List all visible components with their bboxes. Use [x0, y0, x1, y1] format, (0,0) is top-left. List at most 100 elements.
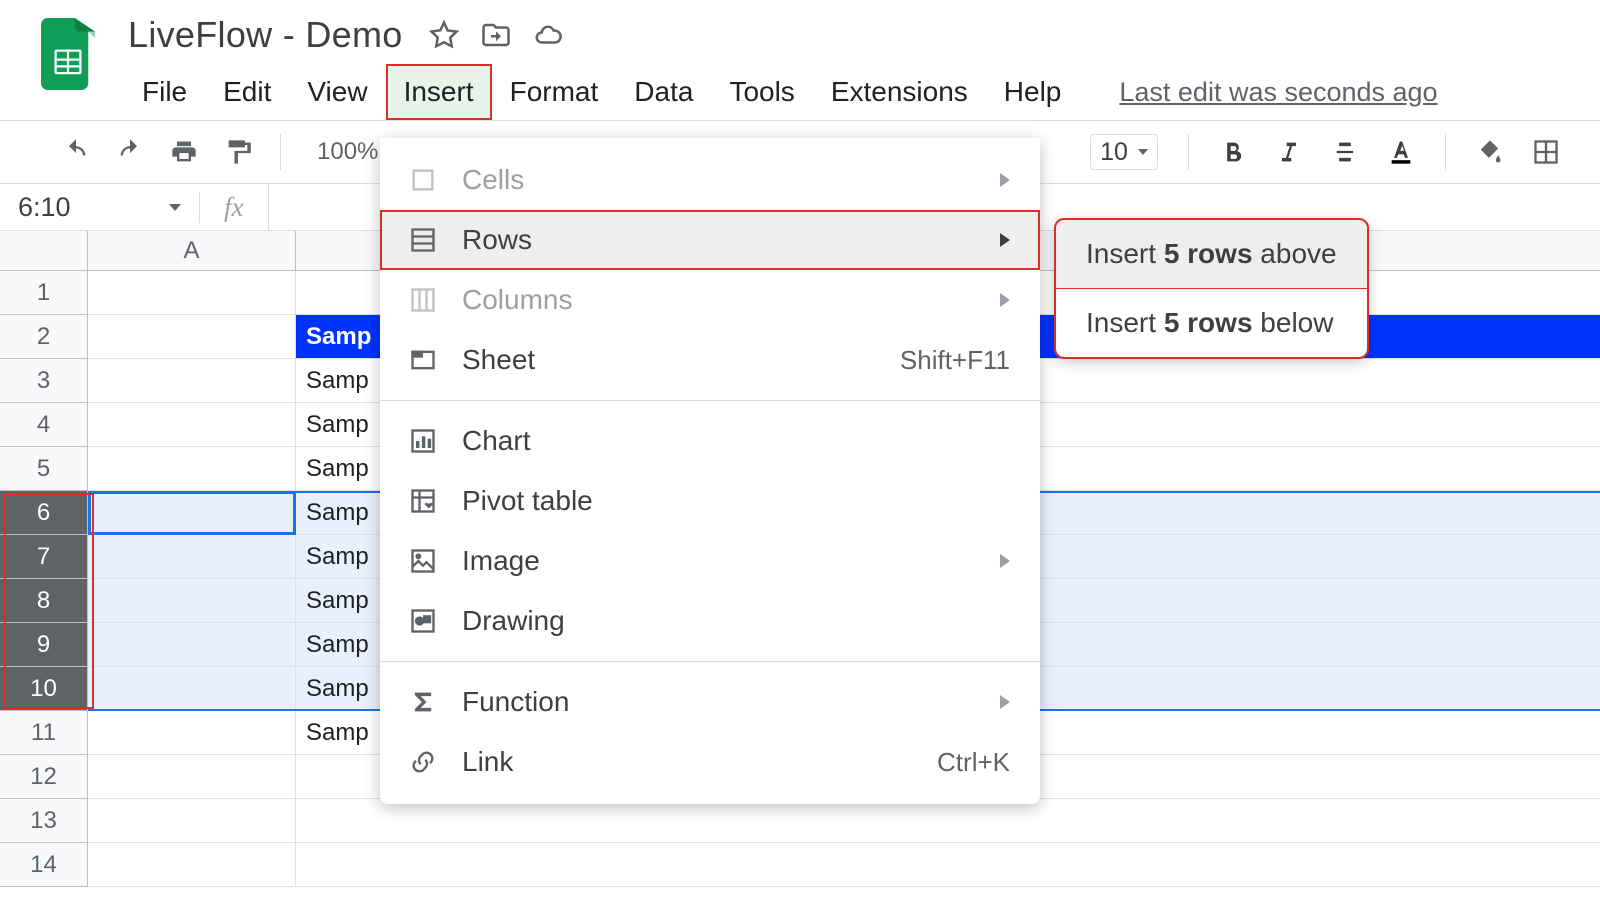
insert-image[interactable]: Image	[380, 531, 1040, 591]
insert-rows-above-bold: 5 rows	[1164, 238, 1253, 269]
bold-icon[interactable]	[1219, 138, 1247, 166]
row-header-5[interactable]: 5	[0, 447, 88, 491]
row-header-7[interactable]: 7	[0, 535, 88, 579]
name-box[interactable]: 6:10	[0, 192, 200, 223]
insert-columns-label: Columns	[462, 284, 572, 316]
insert-cells-label: Cells	[462, 164, 524, 196]
insert-rows-above[interactable]: Insert 5 rows above	[1056, 220, 1367, 288]
row-header-11[interactable]: 11	[0, 711, 88, 755]
cell-A3[interactable]	[88, 359, 296, 403]
chart-icon	[408, 427, 438, 455]
insert-sheet-shortcut: Shift+F11	[900, 345, 1010, 376]
insert-drawing[interactable]: Drawing	[380, 591, 1040, 651]
insert-rows-below-prefix: Insert	[1086, 307, 1164, 338]
borders-icon[interactable]	[1532, 138, 1560, 166]
row-header-13[interactable]: 13	[0, 799, 88, 843]
menu-data[interactable]: Data	[616, 64, 711, 120]
menu-extensions[interactable]: Extensions	[813, 64, 986, 120]
cell-A6[interactable]	[88, 491, 296, 535]
cell-A7[interactable]	[88, 535, 296, 579]
zoom-select[interactable]: 100%	[309, 138, 378, 166]
insert-menu-dropdown: Cells Rows Columns Sheet Shift+F11 Chart…	[380, 138, 1040, 804]
star-icon[interactable]	[429, 20, 459, 50]
paint-format-icon[interactable]	[224, 138, 252, 166]
row-header-10[interactable]: 10	[0, 667, 88, 711]
font-size-select[interactable]: 10	[1090, 134, 1158, 170]
insert-sheet[interactable]: Sheet Shift+F11	[380, 330, 1040, 390]
cell-A5[interactable]	[88, 447, 296, 491]
insert-cells: Cells	[380, 150, 1040, 210]
chevron-right-icon	[1000, 293, 1010, 307]
row-header-2[interactable]: 2	[0, 315, 88, 359]
move-icon[interactable]	[481, 20, 511, 50]
menu-help[interactable]: Help	[986, 64, 1080, 120]
insert-function[interactable]: Function	[380, 672, 1040, 732]
row-header-6[interactable]: 6	[0, 491, 88, 535]
fx-label: fx	[200, 184, 269, 230]
last-edit-link[interactable]: Last edit was seconds ago	[1119, 77, 1437, 108]
chevron-right-icon	[1000, 173, 1010, 187]
cell-A1[interactable]	[88, 271, 296, 315]
strikethrough-icon[interactable]	[1331, 138, 1359, 166]
sheets-logo-icon[interactable]	[40, 18, 96, 90]
menu-bar: File Edit View Insert Format Data Tools …	[124, 64, 1438, 120]
sigma-icon	[408, 688, 438, 716]
cell-A14[interactable]	[88, 843, 296, 887]
insert-chart-label: Chart	[462, 425, 530, 457]
row-header-3[interactable]: 3	[0, 359, 88, 403]
menu-file[interactable]: File	[124, 64, 205, 120]
insert-link[interactable]: Link Ctrl+K	[380, 732, 1040, 792]
insert-rows-submenu: Insert 5 rows above Insert 5 rows below	[1056, 220, 1367, 357]
text-color-icon[interactable]	[1387, 138, 1415, 166]
sheet-icon	[408, 346, 438, 374]
cell-A12[interactable]	[88, 755, 296, 799]
menu-view[interactable]: View	[289, 64, 385, 120]
row-header-1[interactable]: 1	[0, 271, 88, 315]
insert-rows[interactable]: Rows	[380, 210, 1040, 270]
row-header-8[interactable]: 8	[0, 579, 88, 623]
column-header-A[interactable]: A	[88, 231, 296, 271]
menu-format[interactable]: Format	[492, 64, 617, 120]
cell-A13[interactable]	[88, 799, 296, 843]
insert-chart[interactable]: Chart	[380, 411, 1040, 471]
menu-insert[interactable]: Insert	[386, 64, 492, 120]
cell-A9[interactable]	[88, 623, 296, 667]
chevron-right-icon	[1000, 695, 1010, 709]
cell-B14[interactable]	[296, 843, 1600, 887]
menu-tools[interactable]: Tools	[711, 64, 812, 120]
chevron-right-icon	[1000, 233, 1010, 247]
fill-color-icon[interactable]	[1476, 138, 1504, 166]
insert-function-label: Function	[462, 686, 569, 718]
italic-icon[interactable]	[1275, 138, 1303, 166]
row-header-4[interactable]: 4	[0, 403, 88, 447]
cell-A8[interactable]	[88, 579, 296, 623]
cell-A4[interactable]	[88, 403, 296, 447]
insert-pivot-table[interactable]: Pivot table	[380, 471, 1040, 531]
print-icon[interactable]	[170, 138, 198, 166]
insert-columns: Columns	[380, 270, 1040, 330]
cells-icon	[408, 166, 438, 194]
rows-icon	[408, 226, 438, 254]
row-header-9[interactable]: 9	[0, 623, 88, 667]
insert-link-shortcut: Ctrl+K	[937, 747, 1010, 778]
row-header-14[interactable]: 14	[0, 843, 88, 887]
cell-B13[interactable]	[296, 799, 1600, 843]
insert-rows-below-suffix: below	[1253, 307, 1334, 338]
cell-A11[interactable]	[88, 711, 296, 755]
pivot-table-icon	[408, 487, 438, 515]
insert-pivot-label: Pivot table	[462, 485, 593, 517]
redo-icon[interactable]	[116, 138, 144, 166]
insert-link-label: Link	[462, 746, 513, 778]
menu-edit[interactable]: Edit	[205, 64, 289, 120]
cell-A10[interactable]	[88, 667, 296, 711]
chevron-down-icon	[169, 204, 181, 211]
link-icon	[408, 748, 438, 776]
row-header-12[interactable]: 12	[0, 755, 88, 799]
document-title[interactable]: LiveFlow - Demo	[124, 12, 407, 58]
select-all-corner[interactable]	[0, 231, 88, 271]
insert-rows-below-bold: 5 rows	[1164, 307, 1253, 338]
insert-rows-below[interactable]: Insert 5 rows below	[1056, 289, 1367, 357]
cell-A2[interactable]	[88, 315, 296, 359]
undo-icon[interactable]	[62, 138, 90, 166]
cloud-icon[interactable]	[533, 20, 563, 50]
